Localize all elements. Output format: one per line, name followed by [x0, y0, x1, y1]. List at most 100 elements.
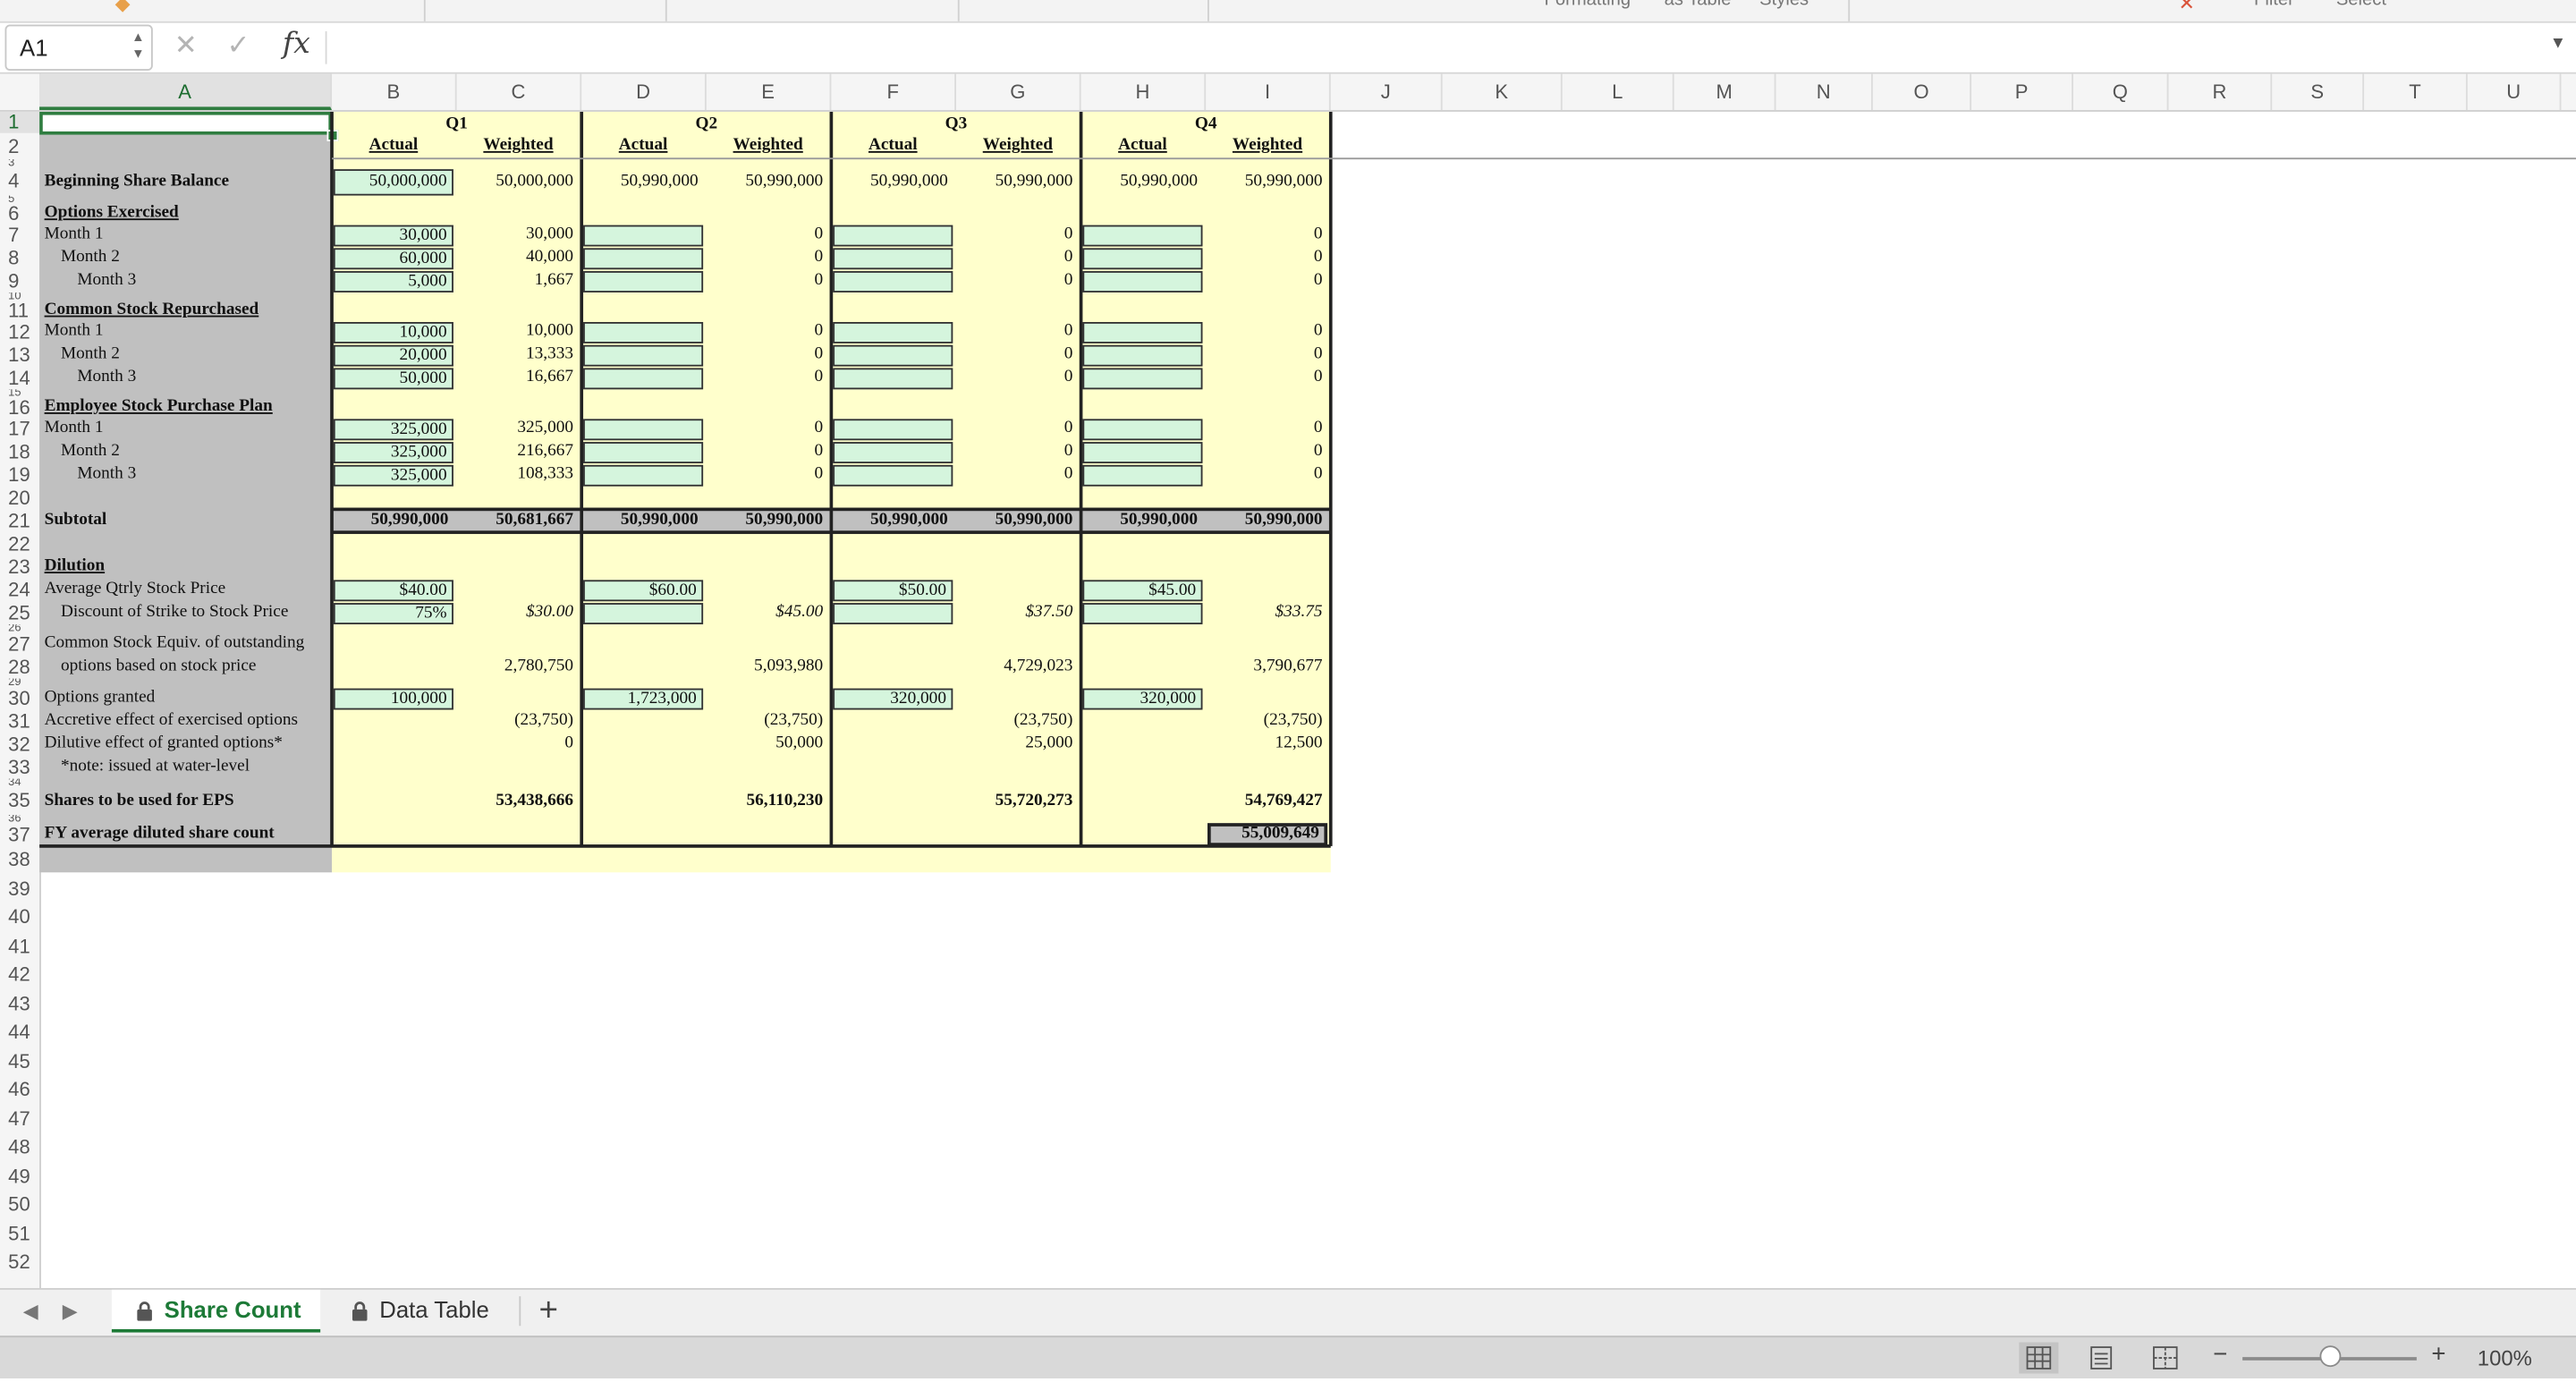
- enter-icon[interactable]: ✓: [226, 30, 250, 63]
- ribbon-label[interactable]: Formatting: [1545, 0, 1631, 10]
- label-dilutive-effect[interactable]: Dilutive effect of granted options*: [45, 734, 283, 754]
- row-header-44[interactable]: 44: [0, 1019, 39, 1047]
- rep-weighted-q2[interactable]: 0: [708, 322, 828, 342]
- ex-weighted-q1[interactable]: 1,667: [458, 271, 578, 291]
- subheader-actual[interactable]: Actual: [833, 136, 953, 156]
- previous-sheet-icon[interactable]: ◀: [23, 1300, 38, 1323]
- label-month-1[interactable]: Month 1: [45, 322, 104, 342]
- row-header-3[interactable]: 3: [0, 159, 39, 167]
- row-header-39[interactable]: 39: [0, 875, 39, 903]
- espp-actual-q1[interactable]: 325,000: [333, 419, 453, 441]
- espp-weighted-q3[interactable]: 0: [958, 442, 1078, 462]
- espp-weighted-q2[interactable]: 0: [708, 465, 828, 485]
- ex-actual-q4[interactable]: [1082, 225, 1203, 247]
- column-header-k[interactable]: K: [1443, 73, 1563, 111]
- row-header-37[interactable]: 37: [0, 823, 39, 846]
- ex-actual-q1[interactable]: 30,000: [333, 225, 453, 247]
- accretive-q3[interactable]: (23,750): [958, 711, 1078, 731]
- ex-actual-q4[interactable]: [1082, 271, 1203, 293]
- dilutive-q2[interactable]: 50,000: [708, 734, 828, 754]
- column-header-m[interactable]: M: [1674, 73, 1776, 111]
- row-header-45[interactable]: 45: [0, 1047, 39, 1076]
- row-header-22[interactable]: 22: [0, 532, 39, 555]
- row-header-9[interactable]: 9: [0, 269, 39, 293]
- rep-weighted-q3[interactable]: 0: [958, 322, 1078, 342]
- beginning-weighted-q2[interactable]: 50,990,000: [708, 172, 828, 191]
- tab-data-table[interactable]: Data Table: [327, 1290, 509, 1333]
- options-granted-q4[interactable]: 320,000: [1082, 688, 1203, 710]
- row-header-34[interactable]: 34: [0, 779, 39, 787]
- row-header-1[interactable]: 1: [0, 111, 40, 133]
- row-header-20[interactable]: 20: [0, 487, 39, 510]
- row-header-25[interactable]: 25: [0, 601, 39, 624]
- strike-price-q4[interactable]: $33.75: [1208, 603, 1327, 623]
- row-header-47[interactable]: 47: [0, 1105, 39, 1133]
- avg-price-q2[interactable]: $60.00: [583, 580, 704, 602]
- column-header-f[interactable]: F: [831, 73, 956, 111]
- label-beginning-share-balance[interactable]: Beginning Share Balance: [45, 172, 229, 191]
- row-header-4[interactable]: 4: [0, 167, 39, 195]
- ribbon-label[interactable]: Filter: [2254, 0, 2294, 10]
- rep-actual-q2[interactable]: [583, 344, 704, 367]
- espp-weighted-q4[interactable]: 0: [1208, 465, 1327, 485]
- column-header-o[interactable]: O: [1873, 73, 1972, 111]
- row-header-14[interactable]: 14: [0, 367, 39, 390]
- header-q1[interactable]: Q1: [332, 114, 581, 134]
- label-subtotal[interactable]: Subtotal: [45, 511, 107, 530]
- espp-weighted-q2[interactable]: 0: [708, 419, 828, 438]
- ribbon-label[interactable]: Styles: [1759, 0, 1809, 10]
- espp-actual-q2[interactable]: [583, 464, 704, 487]
- column-header-e[interactable]: E: [707, 73, 832, 111]
- subtotal-weighted-q4[interactable]: 50,990,000: [1208, 511, 1327, 530]
- row-header-23[interactable]: 23: [0, 555, 39, 579]
- column-header-r[interactable]: R: [2168, 73, 2273, 111]
- discount-q3[interactable]: [833, 603, 953, 624]
- insert-function-icon[interactable]: fx: [283, 26, 310, 61]
- espp-actual-q3[interactable]: [833, 442, 953, 463]
- label-accretive-effect[interactable]: Accretive effect of exercised options: [45, 711, 298, 731]
- column-header-a[interactable]: A: [39, 73, 333, 111]
- beginning-actual-q3[interactable]: 50,990,000: [833, 172, 953, 191]
- label-discount-of-strike[interactable]: Discount of Strike to Stock Price: [61, 603, 288, 623]
- rep-weighted-q1[interactable]: 16,667: [458, 368, 578, 387]
- ex-actual-q4[interactable]: [1082, 248, 1203, 270]
- cse-q1[interactable]: 2,780,750: [458, 657, 578, 677]
- rep-actual-q3[interactable]: [833, 321, 953, 343]
- label-month-1[interactable]: Month 1: [45, 419, 104, 438]
- column-header-c[interactable]: C: [457, 73, 582, 111]
- row-header-15[interactable]: 15: [0, 389, 39, 397]
- row-header-12[interactable]: 12: [0, 320, 39, 343]
- rep-actual-q4[interactable]: [1082, 321, 1203, 343]
- row-header-8[interactable]: 8: [0, 247, 39, 270]
- beginning-actual-q2[interactable]: 50,990,000: [583, 172, 703, 191]
- espp-weighted-q3[interactable]: 0: [958, 465, 1078, 485]
- rep-weighted-q1[interactable]: 13,333: [458, 345, 578, 365]
- row-header-51[interactable]: 51: [0, 1220, 39, 1249]
- ex-actual-q2[interactable]: [583, 271, 704, 293]
- row-header-35[interactable]: 35: [0, 787, 39, 815]
- row-header-17[interactable]: 17: [0, 418, 39, 441]
- column-header-s[interactable]: S: [2272, 73, 2365, 111]
- row-header-28[interactable]: 28: [0, 656, 39, 679]
- label-month-2[interactable]: Month 2: [61, 345, 120, 365]
- row-header-49[interactable]: 49: [0, 1162, 39, 1191]
- select-all-corner[interactable]: [0, 73, 41, 111]
- subheader-actual[interactable]: Actual: [583, 136, 703, 156]
- subtotal-actual-q2[interactable]: 50,990,000: [583, 511, 703, 530]
- ex-weighted-q1[interactable]: 40,000: [458, 248, 578, 267]
- dilutive-q3[interactable]: 25,000: [958, 734, 1078, 754]
- ex-actual-q1[interactable]: 5,000: [333, 271, 453, 293]
- row-header-32[interactable]: 32: [0, 733, 39, 756]
- beginning-actual-q1[interactable]: 50,000,000: [333, 169, 453, 196]
- header-q3[interactable]: Q3: [831, 114, 1080, 134]
- zoom-slider-thumb[interactable]: [2319, 1345, 2342, 1368]
- beginning-weighted-q3[interactable]: 50,990,000: [958, 172, 1078, 191]
- espp-weighted-q4[interactable]: 0: [1208, 442, 1327, 462]
- discount-q2[interactable]: [583, 603, 704, 624]
- column-header-u[interactable]: U: [2468, 73, 2562, 111]
- row-header-11[interactable]: 11: [0, 301, 39, 320]
- rep-actual-q4[interactable]: [1082, 344, 1203, 367]
- dilutive-q1[interactable]: 0: [458, 734, 578, 754]
- label-month-2[interactable]: Month 2: [61, 442, 120, 462]
- label-month-2[interactable]: Month 2: [61, 248, 120, 267]
